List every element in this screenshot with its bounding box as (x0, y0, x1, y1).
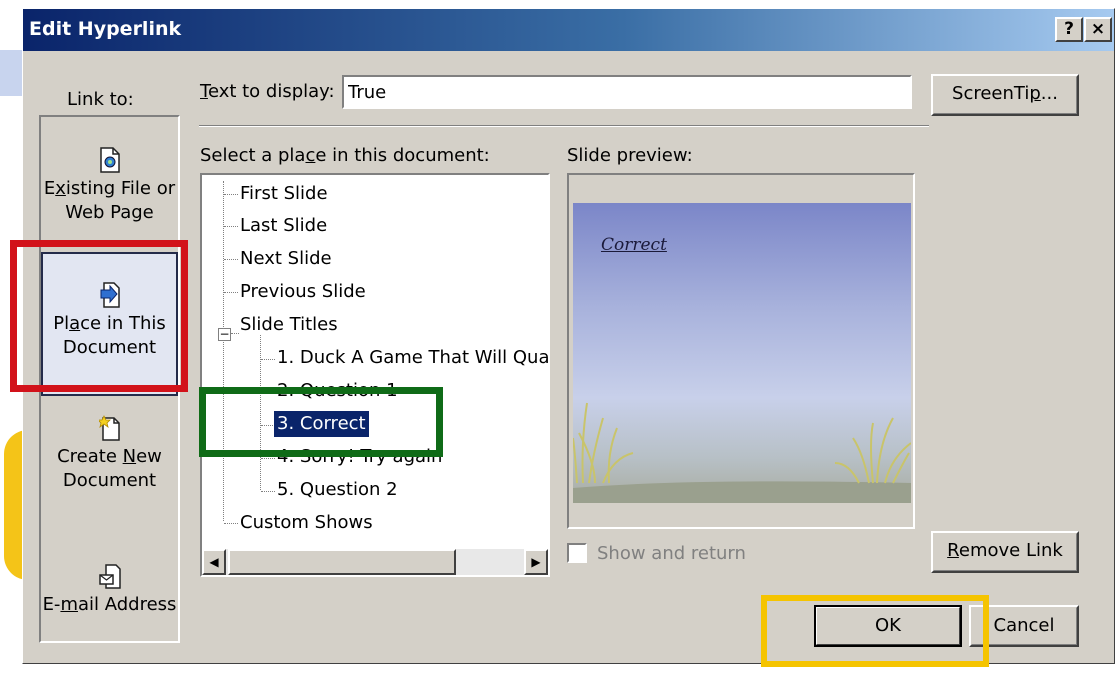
existing-file-icon (99, 147, 120, 173)
tree-item-next-slide[interactable]: Next Slide (240, 246, 332, 272)
highlight-box-red (10, 240, 188, 392)
slide-preview-text: Correct (601, 235, 667, 255)
scroll-right-icon[interactable]: ▶ (524, 549, 548, 575)
screentip-button[interactable]: ScreenTip... (931, 74, 1079, 116)
link-to-existing-file-line1: Existing File or (43, 178, 176, 199)
grass-graphic (573, 402, 911, 503)
remove-link-button[interactable]: Remove Link (931, 531, 1079, 573)
text-to-display-input[interactable] (342, 75, 912, 109)
show-and-return-checkbox[interactable] (567, 543, 587, 563)
link-to-existing-file-line2: Web Page (65, 202, 154, 223)
background-strip (0, 50, 22, 96)
show-and-return-label: Show and return (597, 543, 746, 564)
link-to-email-label: E-mail Address (42, 594, 177, 615)
place-tree[interactable]: First Slide Last Slide Next Slide Previo… (200, 173, 550, 577)
slide-thumbnail: Correct (573, 203, 911, 503)
link-to-existing-file[interactable]: Existing File or Web Page (41, 147, 178, 243)
slide-preview: Correct (567, 173, 915, 529)
scroll-thumb[interactable] (228, 549, 456, 575)
close-button[interactable]: × (1084, 17, 1112, 42)
slide-preview-label: Slide preview: (567, 145, 693, 166)
tree-item-slide-titles[interactable]: Slide Titles (240, 312, 338, 338)
tree-item-last-slide[interactable]: Last Slide (240, 213, 327, 239)
link-to-create-new-line2: Document (62, 470, 157, 491)
tree-item-slide-5[interactable]: 5. Question 2 (277, 477, 398, 503)
help-button[interactable]: ? (1055, 17, 1083, 42)
link-to-email[interactable]: E-mail Address (41, 563, 178, 633)
link-to-create-new-line1: Create New (57, 446, 162, 467)
title-bar: Edit Hyperlink ? × (23, 9, 1114, 51)
new-document-icon (98, 415, 120, 441)
collapse-icon[interactable]: − (218, 328, 231, 341)
link-to-create-new[interactable]: Create New Document (41, 415, 178, 511)
tree-item-custom-shows[interactable]: Custom Shows (240, 510, 373, 536)
link-to-label: Link to: (67, 89, 134, 110)
text-to-display-label: Text to display: (200, 81, 335, 102)
highlight-box-green (199, 387, 443, 457)
divider (199, 125, 929, 127)
place-list-label: Select a place in this document: (200, 145, 490, 166)
email-icon (98, 564, 121, 589)
highlight-box-yellow (761, 595, 989, 667)
horizontal-scrollbar[interactable]: ◀ ▶ (202, 549, 548, 575)
tree-item-first-slide[interactable]: First Slide (240, 181, 328, 207)
tree-item-previous-slide[interactable]: Previous Slide (240, 279, 366, 305)
dialog-title: Edit Hyperlink (29, 18, 182, 40)
tree-item-slide-1[interactable]: 1. Duck A Game That Will Quac (277, 345, 548, 371)
background-top (0, 0, 1115, 8)
scroll-left-icon[interactable]: ◀ (202, 549, 226, 575)
